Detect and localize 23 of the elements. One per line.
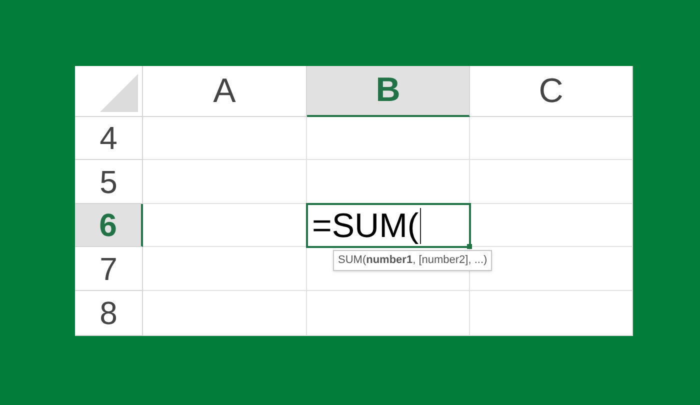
grid-cell[interactable]: [307, 117, 470, 160]
grid-cell[interactable]: [470, 160, 633, 204]
row-header[interactable]: 8: [75, 291, 143, 336]
column-header[interactable]: A: [143, 66, 307, 117]
fill-handle[interactable]: [467, 244, 472, 249]
active-cell[interactable]: =SUM(: [307, 204, 470, 247]
grid-cell[interactable]: [470, 204, 633, 247]
grid-cell[interactable]: [470, 291, 633, 336]
function-tooltip: SUM(number1, [number2], ...): [333, 250, 492, 270]
grid-cell[interactable]: [143, 117, 307, 160]
grid-cell[interactable]: [470, 117, 633, 160]
row-header[interactable]: 4: [75, 117, 143, 160]
row-header[interactable]: 7: [75, 247, 143, 291]
grid-cell[interactable]: [143, 291, 307, 336]
select-all-icon[interactable]: [100, 74, 138, 112]
column-header[interactable]: C: [470, 66, 633, 117]
column-header[interactable]: B: [307, 66, 470, 117]
row-header[interactable]: 5: [75, 160, 143, 204]
text-cursor: [420, 208, 421, 244]
grid-cell[interactable]: [143, 160, 307, 204]
row-header[interactable]: 6: [75, 204, 143, 247]
grid-cell[interactable]: [307, 291, 470, 336]
grid-cell[interactable]: [143, 247, 307, 291]
